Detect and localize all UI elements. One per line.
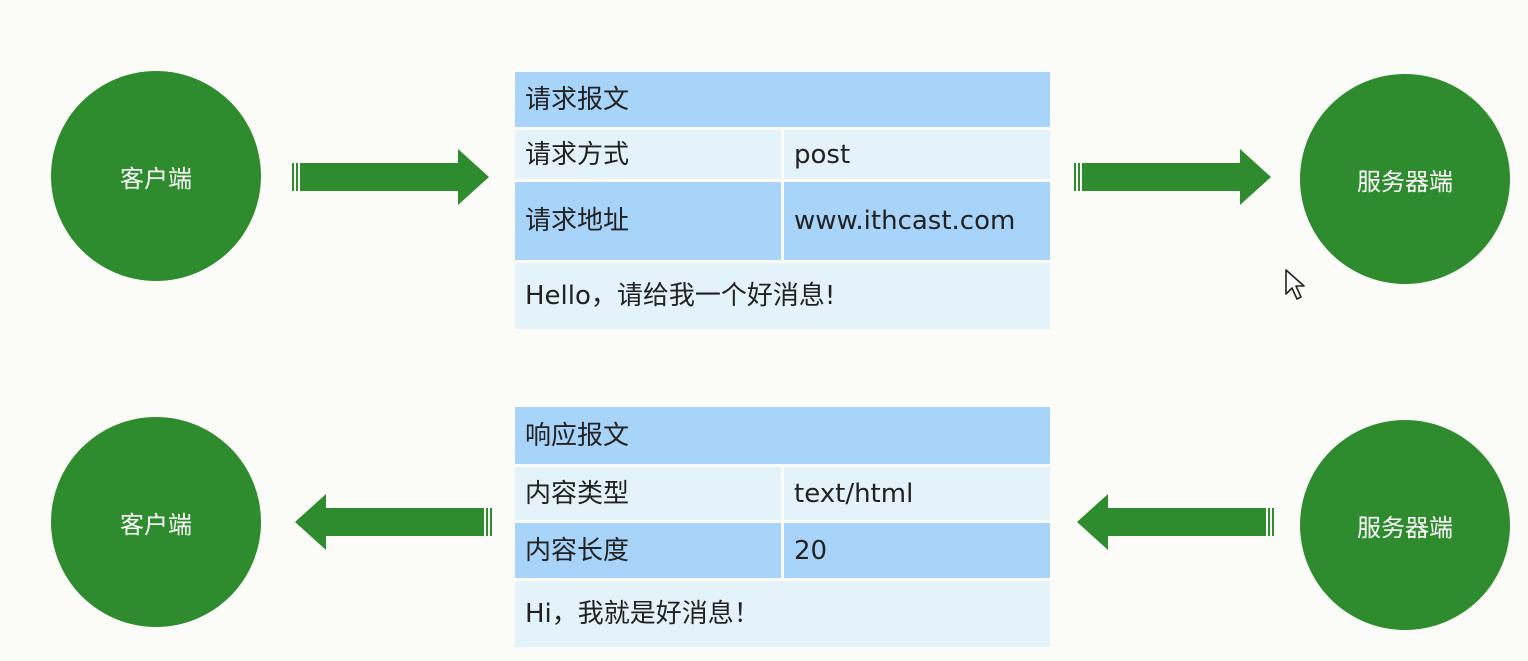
response-message-title: 响应报文 [512, 404, 1053, 467]
request-body: Hello，请给我一个好消息! [512, 260, 1053, 332]
response-type-key: 内容类型 [512, 464, 784, 523]
request-client-node: 客户端 [51, 71, 261, 281]
request-method-value: post [781, 127, 1053, 182]
response-body: Hi，我就是好消息！ [512, 578, 1053, 650]
request-client-label: 客户端 [120, 164, 192, 193]
response-length-value: 20 [781, 520, 1053, 581]
response-type-value: text/html [781, 464, 1053, 523]
arrow-right-icon [292, 147, 492, 207]
request-url-value: www.ithcast.com [781, 179, 1053, 263]
arrow-left-icon [292, 492, 492, 552]
mouse-cursor-icon [1285, 269, 1305, 300]
request-method-key: 请求方式 [512, 127, 784, 182]
response-client-label: 客户端 [120, 510, 192, 539]
request-server-label: 服务器端 [1357, 167, 1453, 196]
request-message-title: 请求报文 [512, 69, 1053, 130]
response-message-table: 响应报文 内容类型 text/html 内容长度 20 Hi，我就是好消息！ [512, 404, 1053, 650]
response-server-node: 服务器端 [1300, 420, 1510, 630]
arrow-left-icon [1074, 492, 1274, 552]
response-server-label: 服务器端 [1357, 513, 1453, 542]
response-length-key: 内容长度 [512, 520, 784, 581]
arrow-right-icon [1074, 147, 1274, 207]
request-url-key: 请求地址 [512, 179, 784, 263]
response-client-node: 客户端 [51, 417, 261, 627]
request-server-node: 服务器端 [1300, 74, 1510, 284]
request-message-table: 请求报文 请求方式 post 请求地址 www.ithcast.com Hell… [512, 69, 1053, 332]
